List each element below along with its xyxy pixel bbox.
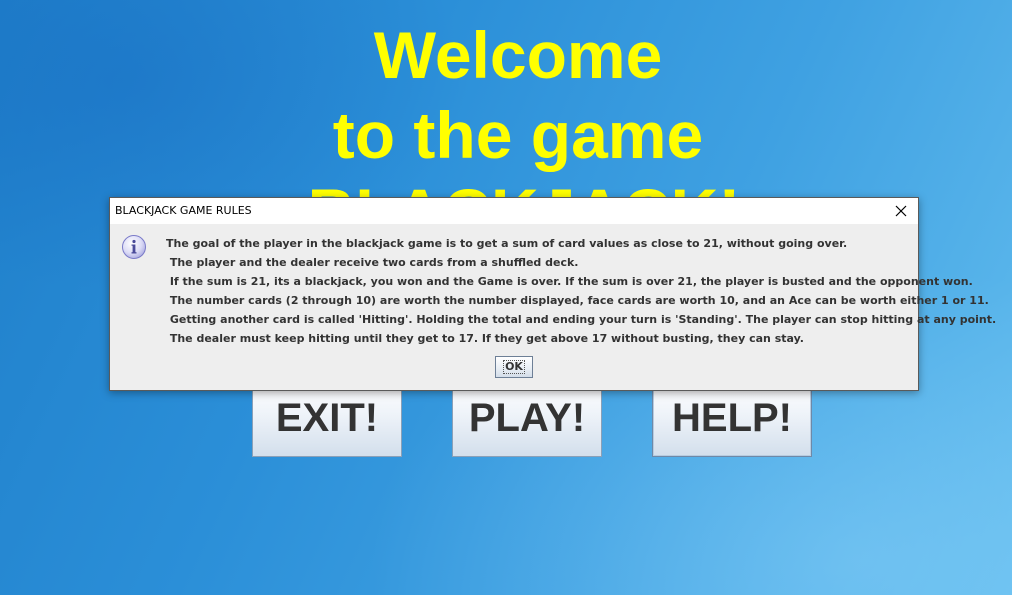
help-button[interactable]: HELP! — [652, 380, 812, 457]
rule-line: If the sum is 21, its a blackjack, you w… — [166, 275, 973, 288]
welcome-title-line-1: Welcome — [373, 18, 663, 92]
rule-line: Getting another card is called 'Hitting'… — [166, 313, 997, 326]
ok-button-label: OK — [503, 360, 525, 374]
info-icon — [121, 234, 147, 260]
help-button-label: HELP! — [672, 396, 792, 440]
rule-line: The goal of the player in the blackjack … — [166, 237, 848, 250]
rule-line: The dealer must keep hitting until they … — [166, 332, 804, 345]
dialog-titlebar[interactable]: BLACKJACK GAME RULES — [110, 198, 918, 224]
exit-button[interactable]: EXIT! — [252, 380, 402, 457]
rules-dialog: BLACKJACK GAME RULES The goal of the pla… — [109, 197, 997, 391]
welcome-title-line-2: to the game — [332, 98, 704, 172]
exit-button-label: EXIT! — [275, 396, 379, 440]
dialog-title: BLACKJACK GAME RULES — [115, 204, 252, 217]
play-button-label: PLAY! — [468, 396, 586, 440]
play-button[interactable]: PLAY! — [452, 380, 602, 457]
rule-line: The number cards (2 through 10) are wort… — [166, 294, 989, 307]
ok-button[interactable]: OK — [495, 356, 533, 378]
rules-text: The goal of the player in the blackjack … — [166, 234, 997, 348]
dialog-close-button[interactable] — [884, 198, 918, 224]
close-icon — [895, 205, 907, 217]
rule-line: The player and the dealer receive two ca… — [166, 256, 579, 269]
